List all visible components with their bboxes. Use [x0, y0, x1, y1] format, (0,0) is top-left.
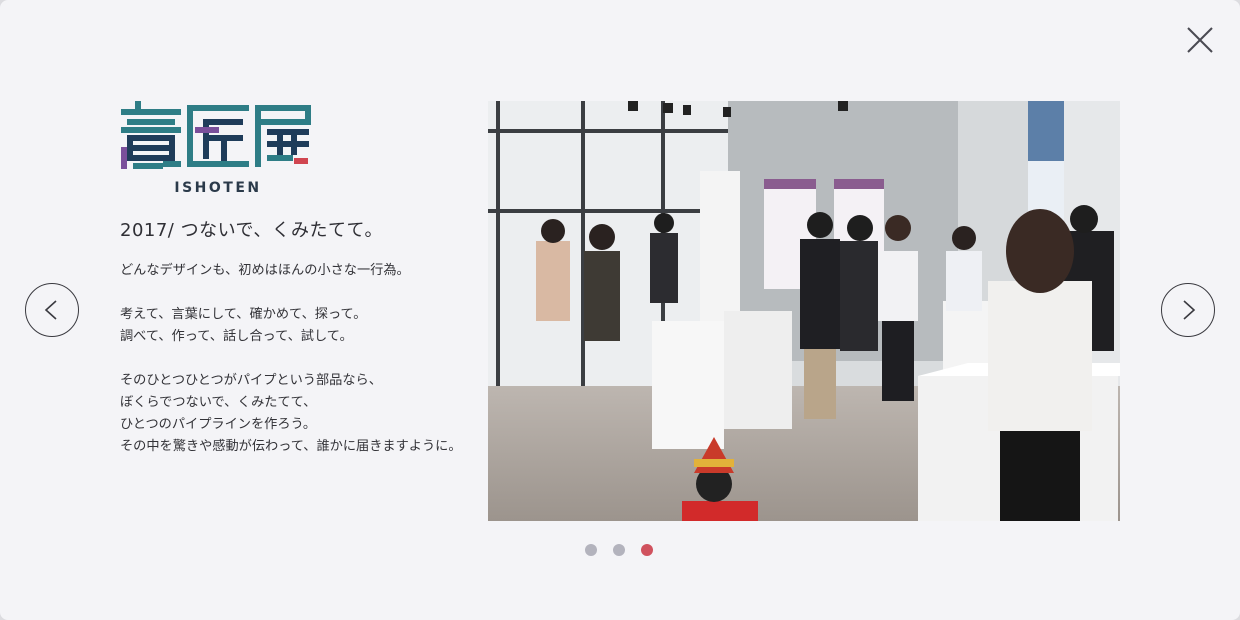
- logo-caption: ISHOTEN: [174, 180, 262, 196]
- exhibition-photo-illustration: [488, 101, 1120, 521]
- slide-body-text: どんなデザインも、初めはほんの小さな一行為。 考えて、言葉にして、確かめて、探っ…: [120, 260, 490, 480]
- carousel-pagination: [585, 544, 653, 556]
- body-paragraph: そのひとつひとつがパイプという部品なら、 ぼくらでつないで、くみたてて、 ひとつ…: [120, 373, 462, 454]
- slideshow-modal: ISHOTEN 2017/ つないで、くみたてて。 どんなデザインも、初めはほん…: [0, 0, 1240, 620]
- slide-headline: 2017/ つないで、くみたてて。: [120, 220, 384, 241]
- close-icon: [1187, 27, 1213, 53]
- chevron-right-icon: [1183, 300, 1196, 320]
- body-paragraph: どんなデザインも、初めはほんの小さな一行為。: [120, 263, 410, 278]
- pagination-dot-3-active[interactable]: [641, 544, 653, 556]
- previous-slide-button[interactable]: [25, 283, 79, 337]
- close-button[interactable]: [1184, 24, 1216, 56]
- pagination-dot-1[interactable]: [585, 544, 597, 556]
- chevron-left-icon: [44, 300, 57, 320]
- body-paragraph: 考えて、言葉にして、確かめて、探って。 調べて、作って、話し合って、試して。: [120, 307, 367, 344]
- next-slide-button[interactable]: [1161, 283, 1215, 337]
- exhibition-photo: [488, 101, 1120, 521]
- pagination-dot-2[interactable]: [613, 544, 625, 556]
